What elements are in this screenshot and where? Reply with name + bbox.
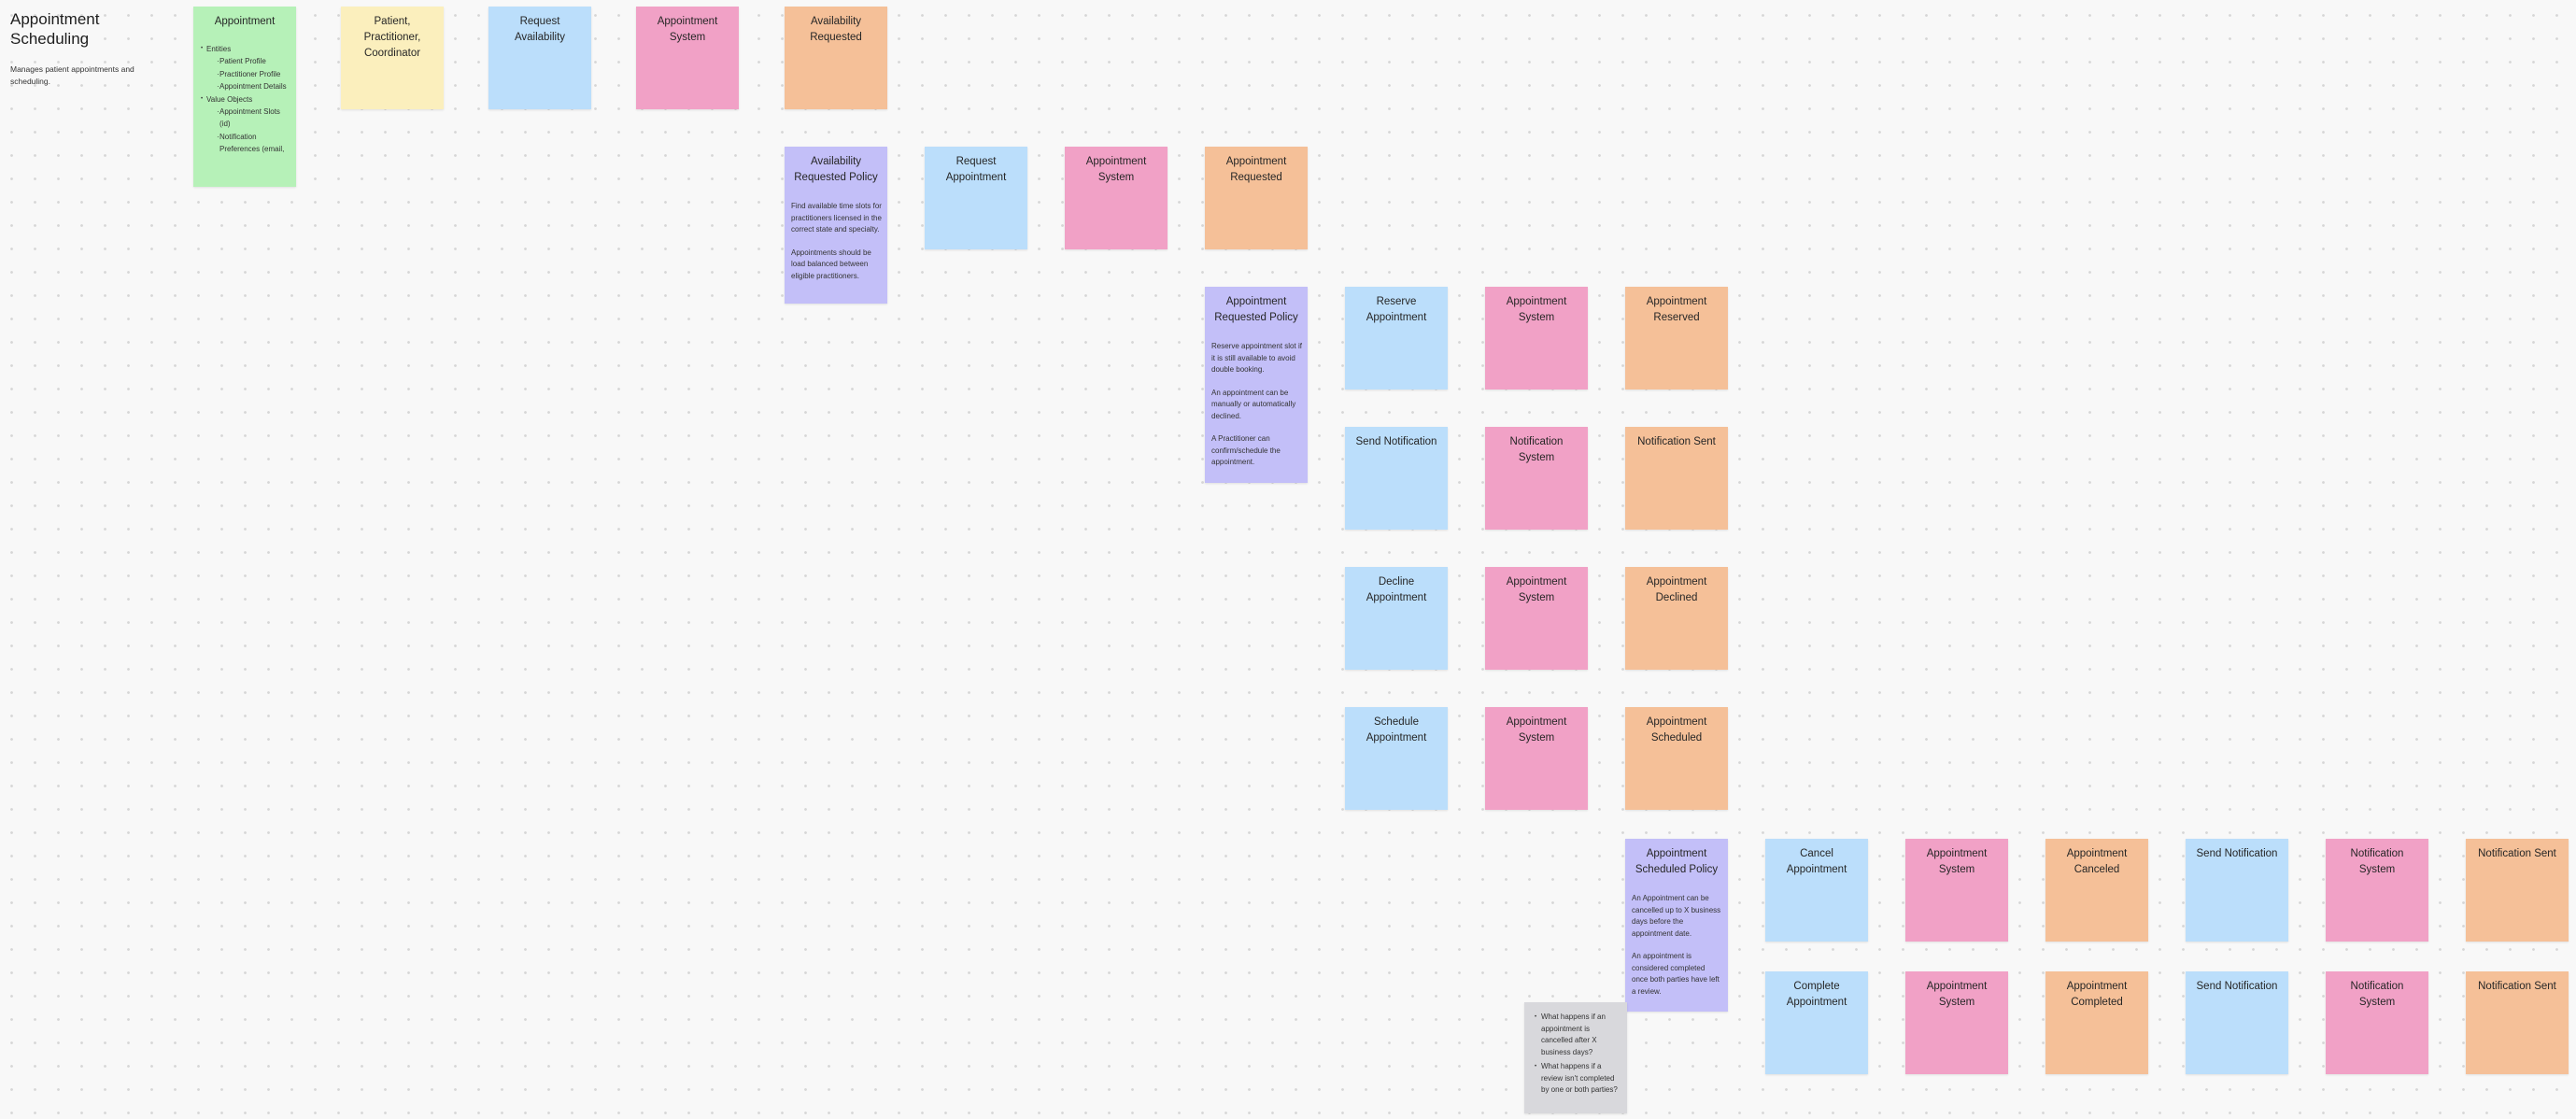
event-sticky-appointment-reserved[interactable]: Appointment Reserved xyxy=(1625,287,1728,390)
command-title: Send Notification xyxy=(1355,436,1437,447)
command-title: Schedule Appointment xyxy=(1366,716,1427,744)
entity-item: Practitioner Profile xyxy=(199,68,290,81)
system-sticky[interactable]: Appointment System xyxy=(1485,567,1588,670)
event-sticky-notification-sent[interactable]: Notification Sent xyxy=(2466,839,2569,942)
policy-title: Appointment Scheduled Policy xyxy=(1635,848,1719,875)
command-title: Request Availability xyxy=(514,16,566,43)
system-sticky[interactable]: Appointment System xyxy=(1905,971,2008,1074)
event-title: Appointment Requested xyxy=(1225,156,1287,183)
event-sticky-notification-sent[interactable]: Notification Sent xyxy=(2466,971,2569,1074)
event-sticky-appointment-declined[interactable]: Appointment Declined xyxy=(1625,567,1728,670)
system-title: Appointment System xyxy=(1506,296,1567,323)
command-sticky-send-notification[interactable]: Send Notification xyxy=(2186,971,2288,1074)
event-sticky-notification-sent[interactable]: Notification Sent xyxy=(1625,427,1728,530)
system-sticky[interactable]: Appointment System xyxy=(1485,707,1588,810)
event-title: Appointment Canceled xyxy=(2066,848,2128,875)
policy-rule: Find available time slots for practition… xyxy=(791,202,882,234)
command-sticky-decline-appointment[interactable]: Decline Appointment xyxy=(1345,567,1448,670)
question-item: What happens if a review isn't completed… xyxy=(1530,1061,1621,1097)
system-sticky[interactable]: Appointment System xyxy=(636,7,739,109)
question-item: What happens if an appointment is cancel… xyxy=(1530,1012,1621,1058)
command-sticky-schedule-appointment[interactable]: Schedule Appointment xyxy=(1345,707,1448,810)
event-title: Availability Requested xyxy=(810,16,862,43)
system-title: Appointment System xyxy=(1506,576,1567,603)
policy-title: Appointment Requested Policy xyxy=(1214,296,1298,323)
command-sticky-request-appointment[interactable]: Request Appointment xyxy=(925,147,1027,249)
command-sticky-cancel-appointment[interactable]: Cancel Appointment xyxy=(1765,839,1868,942)
policy-body: Find available time slots for practition… xyxy=(790,201,882,282)
actor-title: Patient, Practitioner, Coordinator xyxy=(363,16,421,59)
system-title: Notification System xyxy=(1509,436,1564,463)
aggregate-list: Entities Patient Profile Practitioner Pr… xyxy=(199,43,290,156)
entities-label: Entities xyxy=(199,43,290,56)
event-title: Notification Sent xyxy=(2478,981,2556,992)
value-objects-label: Value Objects xyxy=(199,93,290,106)
value-object-item: Appointment Slots (id) xyxy=(199,106,290,131)
system-title: Appointment System xyxy=(657,16,718,43)
policy-sticky-availability-requested[interactable]: Availability Requested Policy Find avail… xyxy=(785,147,887,304)
command-sticky-send-notification[interactable]: Send Notification xyxy=(2186,839,2288,942)
system-sticky-notification[interactable]: Notification System xyxy=(2326,971,2428,1074)
command-sticky-request-availability[interactable]: Request Availability xyxy=(488,7,591,109)
entity-item: Patient Profile xyxy=(199,55,290,68)
aggregate-sticky-appointment[interactable]: Appointment Entities Patient Profile Pra… xyxy=(193,7,296,187)
value-object-item: Notification Preferences (email, xyxy=(199,131,290,156)
system-title: Notification System xyxy=(2350,981,2404,1008)
policy-title: Availability Requested Policy xyxy=(794,156,878,183)
command-title: Reserve Appointment xyxy=(1366,296,1427,323)
event-sticky-availability-requested[interactable]: Availability Requested xyxy=(785,7,887,109)
system-sticky[interactable]: Appointment System xyxy=(1905,839,2008,942)
policy-rule: Reserve appointment slot if it is still … xyxy=(1211,342,1302,374)
policy-body: Reserve appointment slot if it is still … xyxy=(1210,341,1302,469)
aggregate-title: Appointment xyxy=(214,16,276,27)
event-sticky-appointment-requested[interactable]: Appointment Requested xyxy=(1205,147,1308,249)
event-sticky-appointment-scheduled[interactable]: Appointment Scheduled xyxy=(1625,707,1728,810)
board-title: Appointment Scheduling xyxy=(10,10,100,48)
system-title: Appointment System xyxy=(1926,848,1988,875)
policy-rule: Appointments should be load balanced bet… xyxy=(791,248,871,280)
command-title: Send Notification xyxy=(2196,848,2278,859)
policy-rule: An appointment is considered completed o… xyxy=(1632,952,1720,996)
command-title: Request Appointment xyxy=(945,156,1007,183)
event-sticky-appointment-canceled[interactable]: Appointment Canceled xyxy=(2045,839,2148,942)
command-title: Send Notification xyxy=(2196,981,2278,992)
system-title: Appointment System xyxy=(1085,156,1147,183)
event-title: Appointment Scheduled xyxy=(1646,716,1707,744)
command-sticky-reserve-appointment[interactable]: Reserve Appointment xyxy=(1345,287,1448,390)
event-title: Notification Sent xyxy=(1637,436,1716,447)
event-title: Notification Sent xyxy=(2478,848,2556,859)
event-title: Appointment Reserved xyxy=(1646,296,1707,323)
policy-body: An Appointment can be cancelled up to X … xyxy=(1631,893,1722,998)
question-list: What happens if an appointment is cancel… xyxy=(1530,1012,1621,1097)
event-title: Appointment Completed xyxy=(2066,981,2128,1008)
command-title: Decline Appointment xyxy=(1366,576,1427,603)
question-sticky[interactable]: What happens if an appointment is cancel… xyxy=(1524,1002,1627,1113)
policy-rule: An appointment can be manually or automa… xyxy=(1211,388,1296,420)
system-sticky-notification[interactable]: Notification System xyxy=(1485,427,1588,530)
command-sticky-send-notification[interactable]: Send Notification xyxy=(1345,427,1448,530)
command-title: Cancel Appointment xyxy=(1786,848,1847,875)
policy-sticky-appointment-requested[interactable]: Appointment Requested Policy Reserve app… xyxy=(1205,287,1308,483)
command-title: Complete Appointment xyxy=(1786,981,1847,1008)
policy-rule: An Appointment can be cancelled up to X … xyxy=(1632,894,1721,938)
event-sticky-appointment-completed[interactable]: Appointment Completed xyxy=(2045,971,2148,1074)
command-sticky-complete-appointment[interactable]: Complete Appointment xyxy=(1765,971,1868,1074)
event-title: Appointment Declined xyxy=(1646,576,1707,603)
entity-item: Appointment Details xyxy=(199,80,290,93)
actor-sticky[interactable]: Patient, Practitioner, Coordinator xyxy=(341,7,444,109)
system-title: Appointment System xyxy=(1926,981,1988,1008)
policy-sticky-appointment-scheduled[interactable]: Appointment Scheduled Policy An Appointm… xyxy=(1625,839,1728,1012)
policy-rule: A Practitioner can confirm/schedule the … xyxy=(1211,434,1281,466)
system-sticky[interactable]: Appointment System xyxy=(1065,147,1168,249)
system-title: Appointment System xyxy=(1506,716,1567,744)
system-title: Notification System xyxy=(2350,848,2404,875)
board-description: Manages patient appointments and schedul… xyxy=(10,64,134,86)
system-sticky-notification[interactable]: Notification System xyxy=(2326,839,2428,942)
system-sticky[interactable]: Appointment System xyxy=(1485,287,1588,390)
